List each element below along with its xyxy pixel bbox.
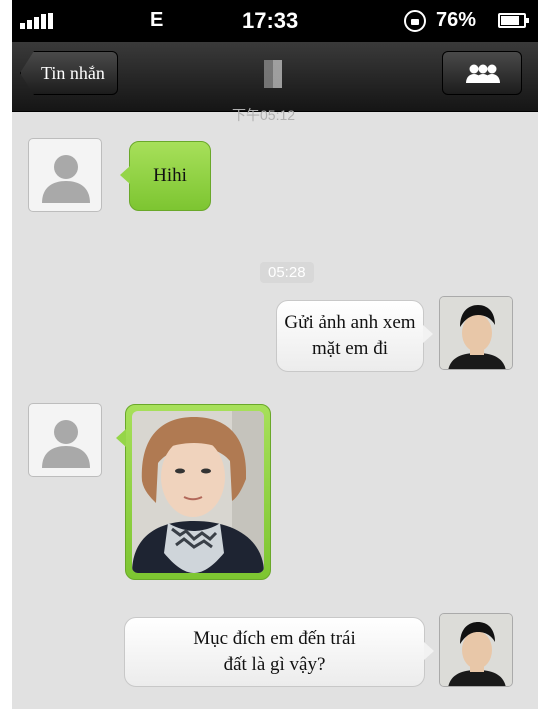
group-icon [466,64,500,83]
phone-screen: E 17:33 76% Tin nhắn 下午05:12 Hihi 05:28 … [12,0,538,709]
message-text: Gửi ảnh anh xem mặt em đi [284,312,416,359]
user-photo-avatar [440,297,512,369]
message-bubble-outgoing[interactable]: Mục đích em đến trái đất là gì vậy? [124,617,434,687]
shared-photo[interactable] [132,411,264,573]
timestamp-partial: 下午05:12 [232,107,296,123]
contact-avatar[interactable] [28,138,102,212]
my-avatar[interactable] [439,613,513,687]
signal-icon [20,13,56,29]
status-bar: E 17:33 76% [12,0,538,42]
default-avatar-icon [42,155,90,203]
navigation-bar: Tin nhắn [12,42,538,112]
message-text: Hihi [153,165,187,186]
timestamp: 05:28 [260,262,314,283]
user-photo-avatar [440,614,512,686]
battery-icon [498,13,529,28]
back-button-label: Tin nhắn [41,63,105,83]
status-time: 17:33 [242,8,299,33]
chat-area[interactable]: 下午05:12 Hihi 05:28 Gửi ảnh anh xem mặt e… [12,107,538,709]
default-avatar-icon [42,420,90,468]
my-avatar[interactable] [439,296,513,370]
carrier-label: E [150,9,164,31]
message-text: Mục đích em đến trái đất là gì vậy? [193,628,356,675]
rotation-lock-icon [404,10,426,32]
message-bubble-incoming[interactable]: Hihi [120,141,211,211]
contacts-button[interactable] [442,51,522,95]
contact-name-blurred [264,60,282,88]
image-message-bubble[interactable] [116,404,271,580]
message-bubble-outgoing[interactable]: Gửi ảnh anh xem mặt em đi [276,300,433,372]
battery-percent: 76% [436,9,477,31]
contact-avatar[interactable] [28,403,102,477]
back-button[interactable]: Tin nhắn [20,51,118,95]
